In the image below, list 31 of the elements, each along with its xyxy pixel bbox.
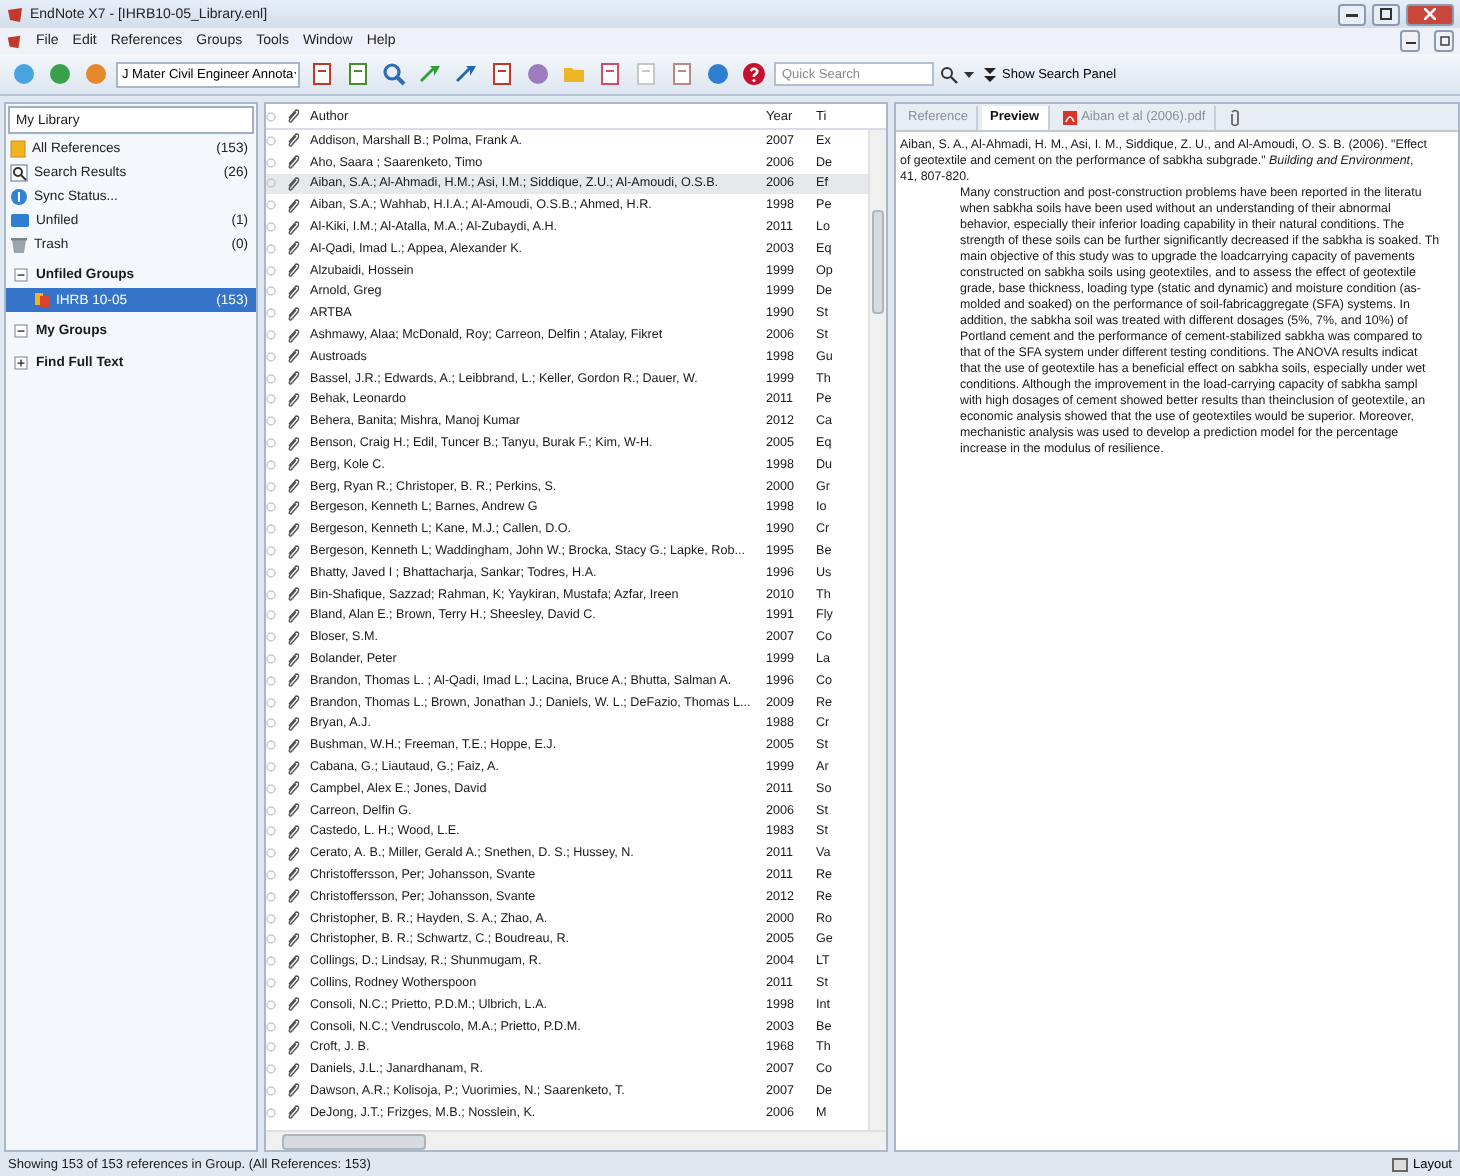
collapse-icon[interactable] <box>14 267 28 281</box>
minimize-icon <box>1405 37 1415 45</box>
minimize-button[interactable] <box>1338 3 1366 25</box>
layout-icon <box>1392 1157 1409 1171</box>
group-icon <box>34 292 50 308</box>
collapse-icon[interactable] <box>14 323 28 337</box>
read-status-icon <box>266 111 276 121</box>
read-status-icon <box>266 762 276 772</box>
horizontal-scrollbar[interactable] <box>266 1130 886 1150</box>
search-icon[interactable] <box>940 65 958 83</box>
maximize-icon <box>1380 8 1392 20</box>
book-icon <box>10 139 26 157</box>
help-icon[interactable] <box>738 59 768 89</box>
expand-icon[interactable] <box>14 355 28 369</box>
maximize-button[interactable] <box>1372 3 1400 25</box>
attachment-icon <box>286 108 300 124</box>
restore-icon <box>1439 36 1449 46</box>
search-icon <box>10 163 28 181</box>
search-icon[interactable] <box>378 59 408 89</box>
restore-button[interactable] <box>1434 30 1454 52</box>
pdf-icon <box>1061 109 1078 125</box>
folder-icon <box>10 212 30 228</box>
close-icon <box>1424 8 1436 20</box>
minimize-icon <box>1346 10 1358 18</box>
minimize-button[interactable] <box>1400 30 1420 52</box>
close-button[interactable] <box>1406 3 1454 25</box>
disc-icon[interactable] <box>522 59 552 89</box>
vertical-scrollbar[interactable] <box>868 130 886 1130</box>
double-caret-icon <box>984 67 996 81</box>
caret-icon[interactable] <box>964 71 974 77</box>
trash-icon <box>10 235 28 253</box>
